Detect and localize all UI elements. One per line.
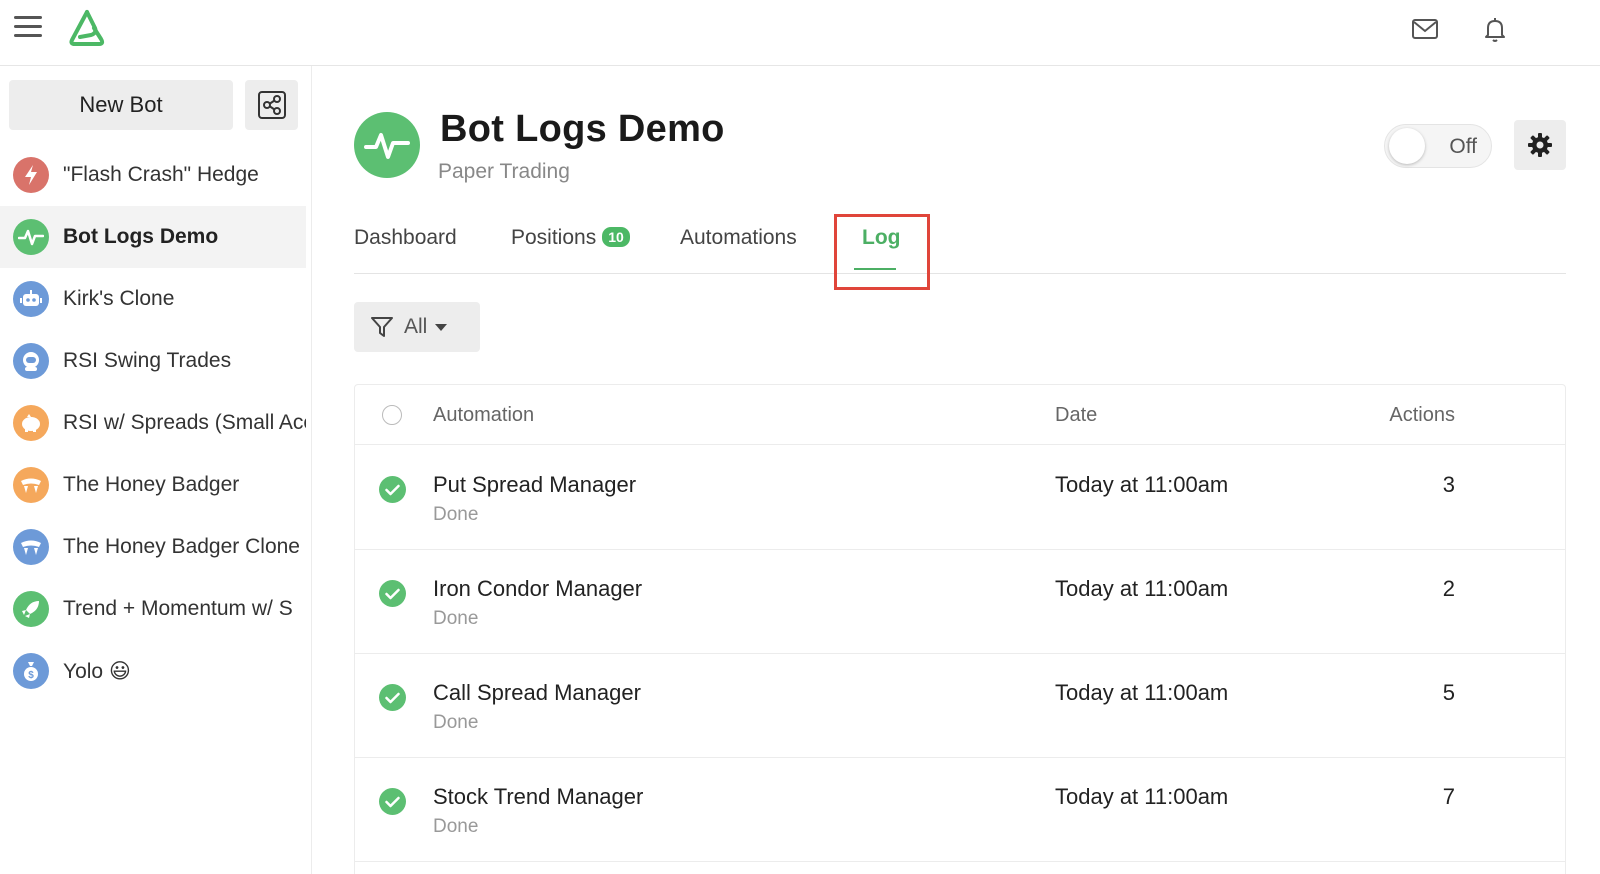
sidebar: New Bot "Flash Crash" Hedge Bot Logs Dem… <box>0 66 312 874</box>
automation-actions-count: 5 <box>1442 680 1455 705</box>
column-header-actions[interactable]: Actions <box>1389 404 1455 427</box>
log-tab-highlight <box>834 214 930 290</box>
sidebar-item-honey-badger[interactable]: The Honey Badger <box>0 454 306 516</box>
automation-actions-count: 7 <box>1442 784 1455 809</box>
sidebar-item-label: "Flash Crash" Hedge <box>63 163 259 186</box>
sidebar-item-label: Yolo 😃 <box>63 659 131 683</box>
astronaut-icon <box>13 343 49 379</box>
automation-name: Stock Trend Manager <box>433 784 644 809</box>
column-header-automation[interactable]: Automation <box>433 404 534 427</box>
automation-status: Done <box>433 608 479 629</box>
filter-icon <box>371 317 393 337</box>
sidebar-item-label: The Honey Badger Clone <box>63 535 300 558</box>
pulse-icon <box>13 219 49 255</box>
check-circle-icon <box>379 476 406 503</box>
svg-text:$: $ <box>28 670 34 681</box>
sidebar-item-honey-badger-clone[interactable]: The Honey Badger Clone <box>0 516 306 578</box>
page-subtitle: Paper Trading <box>438 160 570 183</box>
new-bot-button[interactable]: New Bot <box>9 80 233 130</box>
automation-date: Today at 11:00am <box>1055 680 1229 705</box>
sidebar-item-kirks-clone[interactable]: Kirk's Clone <box>0 268 306 330</box>
toggle-knob <box>1389 128 1425 164</box>
mail-icon[interactable] <box>1410 14 1440 44</box>
table-header: Automation Date Actions <box>355 385 1565 445</box>
money-bag-icon: $ <box>13 653 49 689</box>
tab-automations[interactable]: Automations <box>680 226 797 250</box>
table-row[interactable]: Put Spread Manager Done Today at 11:00am… <box>355 446 1565 550</box>
badger-icon <box>13 467 49 503</box>
automation-status: Done <box>433 504 479 525</box>
sidebar-item-trend-momentum[interactable]: Trend + Momentum w/ S <box>0 578 306 640</box>
sidebar-item-label: Kirk's Clone <box>63 287 175 310</box>
sidebar-item-flash-crash-hedge[interactable]: "Flash Crash" Hedge <box>0 144 306 206</box>
toggle-label: Off <box>1449 135 1477 158</box>
sidebar-item-rsi-swing-trades[interactable]: RSI Swing Trades <box>0 330 306 392</box>
table-row[interactable]: Call Spread Manager Done Today at 11:00a… <box>355 654 1565 758</box>
bot-avatar-pulse-icon <box>354 112 420 178</box>
automation-date: Today at 11:00am <box>1055 576 1229 601</box>
bot-on-off-toggle[interactable]: Off <box>1384 124 1492 168</box>
sidebar-item-rsi-spreads[interactable]: RSI w/ Spreads (Small Acc <box>0 392 306 454</box>
page-title: Bot Logs Demo <box>440 108 725 150</box>
automation-name: Put Spread Manager <box>433 472 637 497</box>
tab-positions-label: Positions <box>511 226 597 249</box>
rocket-icon <box>13 591 49 627</box>
column-header-date[interactable]: Date <box>1055 404 1097 427</box>
sidebar-item-bot-logs-demo[interactable]: Bot Logs Demo <box>0 206 306 268</box>
lightning-icon <box>13 157 49 193</box>
positions-count-badge: 10 <box>602 227 630 247</box>
automation-actions-count: 3 <box>1442 472 1455 497</box>
badger-icon <box>13 529 49 565</box>
tab-dashboard[interactable]: Dashboard <box>354 226 457 250</box>
bell-icon[interactable] <box>1480 14 1510 44</box>
automation-name: Call Spread Manager <box>433 680 641 705</box>
bot-list: "Flash Crash" Hedge Bot Logs Demo Kirk's… <box>0 144 306 702</box>
sidebar-item-label: RSI w/ Spreads (Small Acc <box>63 411 306 434</box>
filter-dropdown[interactable]: All <box>354 302 480 352</box>
automation-date: Today at 11:00am <box>1055 472 1229 497</box>
top-bar <box>0 0 1600 66</box>
log-table: Automation Date Actions Put Spread Manag… <box>354 384 1566 874</box>
caret-down-icon <box>435 323 448 331</box>
check-circle-icon <box>379 684 406 711</box>
sidebar-item-label: The Honey Badger <box>63 473 240 496</box>
gear-icon <box>1528 133 1552 157</box>
tab-bar: Dashboard Positions 10 Automations Log <box>354 212 1566 274</box>
table-row[interactable]: Iron Condor Manager Done Today at 11:00a… <box>355 550 1565 654</box>
filter-label: All <box>404 315 428 338</box>
settings-button[interactable] <box>1514 120 1566 170</box>
share-button[interactable] <box>245 80 298 130</box>
automation-name: Iron Condor Manager <box>433 576 643 601</box>
robot-icon <box>13 281 49 317</box>
hamburger-menu-icon[interactable] <box>14 16 42 40</box>
automation-actions-count: 2 <box>1442 576 1455 601</box>
sidebar-item-label: RSI Swing Trades <box>63 349 232 372</box>
app-logo-icon[interactable] <box>66 8 108 48</box>
main-content: Bot Logs Demo Paper Trading Off Dashboar… <box>312 66 1600 874</box>
automation-status: Done <box>433 712 479 733</box>
sidebar-item-yolo[interactable]: $ Yolo 😃 <box>0 640 306 702</box>
sidebar-item-label: Bot Logs Demo <box>63 225 219 248</box>
check-circle-icon <box>379 788 406 815</box>
tab-positions[interactable]: Positions 10 <box>511 226 630 250</box>
check-circle-icon <box>379 580 406 607</box>
share-icon <box>257 91 286 119</box>
table-row[interactable]: Stock Trend Manager Done Today at 11:00a… <box>355 758 1565 862</box>
automation-status: Done <box>433 816 479 837</box>
select-all-radio[interactable] <box>382 405 402 425</box>
sidebar-item-label: Trend + Momentum w/ S <box>63 597 293 620</box>
automation-date: Today at 11:00am <box>1055 784 1229 809</box>
piggy-bank-icon <box>13 405 49 441</box>
